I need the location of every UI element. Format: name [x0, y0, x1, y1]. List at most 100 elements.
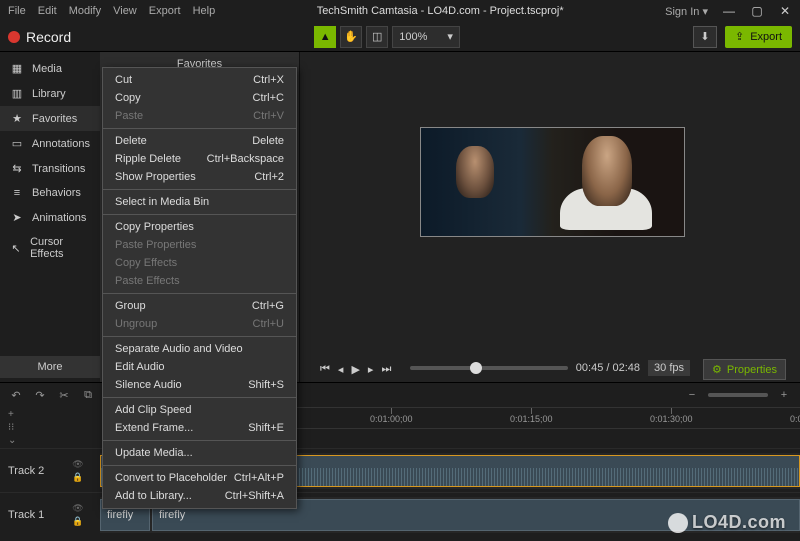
menu-item-convert-to-placeholder[interactable]: Convert to PlaceholderCtrl+Alt+P — [103, 469, 296, 487]
behaviors-icon: ≡ — [10, 187, 24, 199]
menu-item-extend-frame[interactable]: Extend Frame...Shift+E — [103, 419, 296, 437]
menu-item-label: Add Clip Speed — [115, 404, 191, 416]
menu-export[interactable]: Export — [149, 5, 181, 17]
menu-item-label: Paste Properties — [115, 239, 196, 251]
timeline-zoom-slider[interactable] — [708, 393, 768, 397]
properties-button[interactable]: ⚙ Properties — [703, 359, 786, 380]
menu-item-update-media[interactable]: Update Media... — [103, 444, 296, 462]
video-preview[interactable] — [420, 127, 685, 237]
zoom-in-button[interactable]: + — [776, 389, 792, 401]
minimize-icon[interactable]: — — [722, 4, 736, 18]
menu-item-add-to-library[interactable]: Add to Library...Ctrl+Shift+A — [103, 487, 296, 505]
playback-controls: ⏮ ◂ ▶ ▸ ⏭ — [320, 363, 391, 376]
preview-content — [456, 146, 494, 198]
transitions-icon: ⇆ — [10, 162, 24, 175]
track-magnet-button[interactable]: ⁝⁝ — [8, 422, 92, 433]
menu-item-group[interactable]: GroupCtrl+G — [103, 297, 296, 315]
menu-item-ripple-delete[interactable]: Ripple DeleteCtrl+Backspace — [103, 150, 296, 168]
sidebar-item-animations[interactable]: ➤ Animations — [0, 205, 100, 230]
menu-bar: File Edit Modify View Export Help — [8, 5, 215, 17]
animations-icon: ➤ — [10, 211, 24, 224]
redo-button[interactable]: ↷ — [32, 389, 48, 402]
toolbar: Record ▲ ✋ ◫ 100% ▾ ⬇ ⇪ Export — [0, 22, 800, 52]
menu-separator — [103, 189, 296, 190]
clip-label: firefly — [159, 509, 185, 521]
menu-item-shortcut: Shift+E — [248, 422, 284, 434]
menu-file[interactable]: File — [8, 5, 26, 17]
play-button[interactable]: ▶ — [351, 363, 359, 376]
zoom-select[interactable]: 100% ▾ — [392, 26, 460, 48]
menu-item-label: Copy Properties — [115, 221, 194, 233]
menu-item-delete[interactable]: DeleteDelete — [103, 132, 296, 150]
maximize-icon[interactable]: ▢ — [750, 4, 764, 18]
menu-item-copy[interactable]: CopyCtrl+C — [103, 89, 296, 107]
lock-icon[interactable]: 🔒 — [72, 472, 83, 483]
seek-handle[interactable] — [470, 362, 482, 374]
sidebar-more-button[interactable]: More — [0, 356, 100, 378]
menu-item-shortcut: Ctrl+Alt+P — [234, 472, 284, 484]
menu-item-copy-properties[interactable]: Copy Properties — [103, 218, 296, 236]
copy-button[interactable]: ⧉ — [80, 389, 96, 402]
fps-display[interactable]: 30 fps — [648, 360, 690, 376]
menu-item-separate-audio-and-video[interactable]: Separate Audio and Video — [103, 340, 296, 358]
menu-item-label: Group — [115, 300, 146, 312]
sidebar-item-label: Transitions — [32, 163, 85, 175]
add-track-button[interactable]: + — [8, 409, 92, 420]
prev-frame-button[interactable]: ⏮ — [320, 363, 330, 376]
menu-item-cut[interactable]: CutCtrl+X — [103, 71, 296, 89]
menu-item-shortcut: Ctrl+U — [253, 318, 284, 330]
visibility-icon[interactable]: 👁 — [72, 459, 83, 470]
visibility-icon[interactable]: 👁 — [72, 503, 83, 514]
menu-item-label: Select in Media Bin — [115, 196, 209, 208]
sidebar-item-behaviors[interactable]: ≡Behaviors — [0, 181, 100, 205]
track-label[interactable]: Track 2 — [0, 465, 56, 477]
menu-item-show-properties[interactable]: Show PropertiesCtrl+2 — [103, 168, 296, 186]
step-back-button[interactable]: ◂ — [338, 363, 344, 376]
menu-modify[interactable]: Modify — [69, 5, 101, 17]
media-icon: ▦ — [10, 62, 24, 75]
step-fwd-button[interactable]: ▸ — [368, 363, 374, 376]
record-button[interactable]: Record — [8, 29, 71, 45]
cut-button[interactable]: ✂ — [56, 389, 72, 402]
zoom-out-button[interactable]: − — [684, 389, 700, 401]
next-frame-button[interactable]: ⏭ — [381, 363, 391, 376]
sidebar-item-cursor-effects[interactable]: ↖Cursor Effects — [0, 230, 100, 266]
menu-item-ungroup: UngroupCtrl+U — [103, 315, 296, 333]
sidebar-item-library[interactable]: ▥Library — [0, 81, 100, 106]
hand-tool-icon[interactable]: ✋ — [340, 26, 362, 48]
menu-view[interactable]: View — [113, 5, 137, 17]
menu-item-silence-audio[interactable]: Silence AudioShift+S — [103, 376, 296, 394]
export-button[interactable]: ⇪ Export — [725, 26, 792, 48]
undo-button[interactable]: ↶ — [8, 389, 24, 402]
menu-item-shortcut: Ctrl+C — [253, 92, 284, 104]
download-icon: ⬇ — [700, 30, 709, 43]
download-button[interactable]: ⬇ — [693, 26, 717, 48]
menu-item-add-clip-speed[interactable]: Add Clip Speed — [103, 401, 296, 419]
sidebar-item-annotations[interactable]: ▭Annotations — [0, 131, 100, 156]
menu-item-paste-effects: Paste Effects — [103, 272, 296, 290]
context-menu: CutCtrl+XCopyCtrl+CPasteCtrl+VDeleteDele… — [102, 67, 297, 509]
menu-edit[interactable]: Edit — [38, 5, 57, 17]
sidebar-item-label: Animations — [32, 212, 86, 224]
close-icon[interactable]: ✕ — [778, 4, 792, 18]
menu-item-select-in-media-bin[interactable]: Select in Media Bin — [103, 193, 296, 211]
sidebar-item-transitions[interactable]: ⇆ Transitions — [0, 156, 100, 181]
lock-icon[interactable]: 🔒 — [72, 516, 83, 527]
crop-tool-icon[interactable]: ◫ — [366, 26, 388, 48]
menu-separator — [103, 293, 296, 294]
menu-item-shortcut: Ctrl+Shift+A — [225, 490, 284, 502]
sidebar-item-label: Library — [32, 88, 66, 100]
track-options-button[interactable]: ⌄ — [8, 435, 92, 446]
menu-item-edit-audio[interactable]: Edit Audio — [103, 358, 296, 376]
sidebar-item-favorites[interactable]: ★Favorites — [0, 106, 100, 131]
signin-link[interactable]: Sign In ▾ — [665, 5, 708, 18]
seek-slider[interactable] — [410, 366, 568, 370]
cursor-icon: ↖ — [10, 242, 22, 255]
menu-separator — [103, 440, 296, 441]
menu-help[interactable]: Help — [193, 5, 216, 17]
preview-canvas[interactable]: ⏮ ◂ ▶ ▸ ⏭ 00:45 / 02:48 30 fps ⚙ Propert… — [300, 52, 800, 382]
track-label[interactable]: Track 1 — [0, 509, 56, 521]
chevron-down-icon: ▾ — [447, 30, 453, 43]
sidebar-item-media[interactable]: ▦Media — [0, 56, 100, 81]
arrow-tool-icon[interactable]: ▲ — [314, 26, 336, 48]
